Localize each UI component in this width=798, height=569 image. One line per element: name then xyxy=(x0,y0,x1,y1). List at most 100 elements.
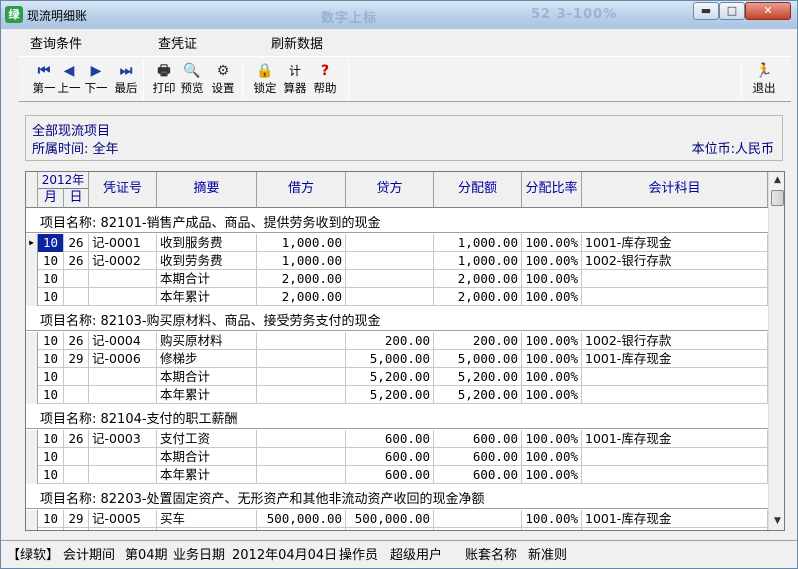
settings-button[interactable]: ⚙ 设置 xyxy=(209,61,237,101)
cell-voucher xyxy=(89,466,157,484)
prev-button[interactable]: ◀ 上一 xyxy=(55,61,83,101)
cell-ratio: 100.00% xyxy=(522,448,582,466)
scroll-up-icon[interactable]: ▲ xyxy=(769,172,784,189)
lock-button[interactable]: 🔒 锁定 xyxy=(251,61,279,101)
last-button[interactable]: ⏭ 最后 xyxy=(112,61,140,101)
cell-allocated xyxy=(434,528,522,530)
cell-month: 10 xyxy=(38,332,64,350)
preview-button[interactable]: 🔍 预览 xyxy=(178,61,206,101)
cell-credit xyxy=(346,528,434,530)
table-row[interactable]: ▶ 10 26 记-0001 收到服务费 1,000.00 1,000.00 100.00% 1… xyxy=(26,234,768,252)
scroll-down-icon[interactable]: ▼ xyxy=(769,513,784,530)
table-row[interactable]: 10 29 记-0006 修梯步 5,000.00 5,000.00 100.00% 1001… xyxy=(26,350,768,368)
cell-voucher xyxy=(89,386,157,404)
cell-allocated: 600.00 xyxy=(434,448,522,466)
header-summary: 摘要 xyxy=(157,172,257,208)
status-book-label: 账套名称 xyxy=(465,548,518,563)
table-row[interactable]: 本期合计 xyxy=(26,528,768,530)
close-button[interactable]: ✕ xyxy=(745,2,791,20)
toolbar-label: 设置 xyxy=(211,81,235,95)
cell-debit xyxy=(257,448,346,466)
menu-query-conditions[interactable]: 查询条件 xyxy=(30,33,82,52)
table-row[interactable]: 10 本期合计 2,000.00 2,000.00 100.00% xyxy=(26,270,768,288)
settings-icon: ⚙ xyxy=(216,63,230,79)
menu-view-voucher[interactable]: 查凭证 xyxy=(158,33,197,52)
cell-day: 29 xyxy=(64,350,89,368)
cell-ratio: 100.00% xyxy=(522,386,582,404)
row-indicator xyxy=(26,386,38,404)
table-row[interactable]: 10 本年累计 5,200.00 5,200.00 100.00% xyxy=(26,386,768,404)
cell-day xyxy=(64,288,89,306)
cell-voucher: 记-0004 xyxy=(89,332,157,350)
cell-ratio: 100.00% xyxy=(522,368,582,386)
table-row[interactable]: 10 29 记-0005 买车 500,000.00 500,000.00 100.00% 1… xyxy=(26,510,768,528)
table-row[interactable]: 10 26 记-0002 收到劳务费 1,000.00 1,000.00 100.00% 10… xyxy=(26,252,768,270)
cell-account xyxy=(582,528,768,530)
minimize-button[interactable]: ▬ xyxy=(693,2,719,20)
row-indicator xyxy=(26,350,38,368)
toolbar-label: 第一 xyxy=(32,81,56,95)
cell-allocated: 1,000.00 xyxy=(434,234,522,252)
toolbar-separator xyxy=(348,60,349,100)
cell-summary: 本期合计 xyxy=(157,368,257,386)
cell-allocated: 1,000.00 xyxy=(434,252,522,270)
cell-summary: 本年累计 xyxy=(157,466,257,484)
row-indicator xyxy=(26,466,38,484)
table-row[interactable]: 10 本期合计 600.00 600.00 100.00% xyxy=(26,448,768,466)
cell-account xyxy=(582,270,768,288)
cell-month: 10 xyxy=(38,234,64,252)
cell-day: 26 xyxy=(64,430,89,448)
cell-day: 26 xyxy=(64,234,89,252)
window-title: 现流明细账 xyxy=(27,9,88,23)
cell-month xyxy=(38,528,64,530)
row-indicator xyxy=(26,252,38,270)
cell-credit: 600.00 xyxy=(346,466,434,484)
cell-month: 10 xyxy=(38,448,64,466)
row-indicator xyxy=(26,528,38,530)
currency-label: 本位币:人民币 xyxy=(691,142,774,157)
exit-icon: 🏃 xyxy=(755,63,773,79)
toolbar-label: 最后 xyxy=(114,81,138,95)
help-button[interactable]: ? 帮助 xyxy=(311,61,339,101)
first-button[interactable]: ⏮ 第一 xyxy=(30,61,58,101)
cell-credit: 600.00 xyxy=(346,430,434,448)
cell-account xyxy=(582,466,768,484)
cell-allocated: 5,000.00 xyxy=(434,350,522,368)
ledger-table: 2012年月日凭证号 摘要 借方 贷方 分配额 分配比率 会计科目 项目名称: 82101-销… xyxy=(26,172,768,530)
cell-credit xyxy=(346,270,434,288)
cell-credit xyxy=(346,288,434,306)
next-button[interactable]: ▶ 下一 xyxy=(82,61,110,101)
table-row[interactable]: 10 26 记-0004 购买原材料 200.00 200.00 100.00% 1002-银… xyxy=(26,332,768,350)
project-scope-label: 全部现流项目 xyxy=(32,124,111,139)
cell-debit xyxy=(257,368,346,386)
cell-ratio: 100.00% xyxy=(522,234,582,252)
cell-voucher xyxy=(89,368,157,386)
header-credit: 贷方 xyxy=(346,172,434,208)
status-operator-label: 操作员 xyxy=(339,548,379,563)
group-header-row[interactable]: 项目名称: 82103-购买原材料、商品、接受劳务支付的现金 xyxy=(26,307,768,331)
cell-voucher: 记-0005 xyxy=(89,510,157,528)
table-row[interactable]: 10 本期合计 5,200.00 5,200.00 100.00% xyxy=(26,368,768,386)
row-indicator xyxy=(26,270,38,288)
table-row[interactable]: 10 26 记-0003 支付工资 600.00 600.00 100.00% 1001-库存… xyxy=(26,430,768,448)
table-row[interactable]: 10 本年累计 600.00 600.00 100.00% xyxy=(26,466,768,484)
calculator-icon: 计 xyxy=(288,64,301,78)
exit-button[interactable]: 🏃 退出 xyxy=(750,61,778,101)
vertical-scrollbar[interactable]: ▲ ▼ xyxy=(768,172,784,530)
menu-refresh-data[interactable]: 刷新数据 xyxy=(271,33,323,52)
print-button[interactable]: 🖶 打印 xyxy=(150,61,178,101)
scroll-thumb[interactable] xyxy=(771,190,784,206)
cell-allocated: 2,000.00 xyxy=(434,270,522,288)
cell-ratio: 100.00% xyxy=(522,270,582,288)
group-header-row[interactable]: 项目名称: 82203-处置固定资产、无形资产和其他非流动资产收回的现金净额 xyxy=(26,485,768,509)
cell-debit: 1,000.00 xyxy=(257,234,346,252)
header-voucher: 凭证号 xyxy=(89,172,157,208)
group-header-row[interactable]: 项目名称: 82104-支付的职工薪酬 xyxy=(26,405,768,429)
title-bar[interactable]: 绿 现流明细账 数字上标 52 3-100% ▬ □ ✕ xyxy=(1,1,797,29)
cell-account: 1001-库存现金 xyxy=(582,510,768,528)
cell-summary: 本年累计 xyxy=(157,288,257,306)
calculator-button[interactable]: 计算器 xyxy=(281,61,309,101)
table-row[interactable]: 10 本年累计 2,000.00 2,000.00 100.00% xyxy=(26,288,768,306)
maximize-button[interactable]: □ xyxy=(719,2,745,20)
group-header-row[interactable]: 项目名称: 82101-销售产成品、商品、提供劳务收到的现金 xyxy=(26,209,768,233)
